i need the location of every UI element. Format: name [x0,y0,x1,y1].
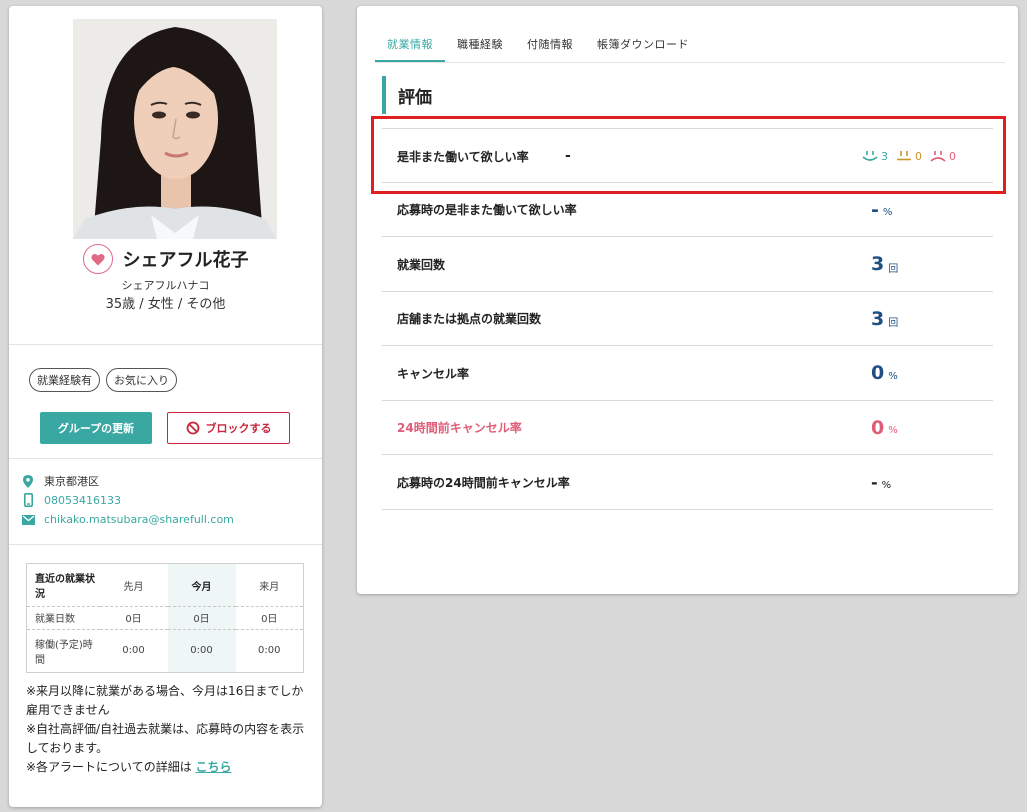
block-button-label: ブロックする [205,422,272,435]
tab-ledger-download[interactable]: 帳簿ダウンロード [585,24,701,62]
stat-unit: % [888,425,898,436]
table-row: 稼働(予定)時間 0:00 0:00 0:00 [27,629,304,673]
table-header-row: 直近の就業状況 先月 今月 来月 [26,563,304,608]
detail-card: 就業情報 職種経験 付随情報 帳簿ダウンロード 評価 是非また働いて欲しい率 -… [357,6,1018,594]
email-row: chikako.matsubara@sharefull.com [21,513,234,526]
note-line: ※自社高評価/自社過去就業は、応募時の内容を表示しております。 [26,722,305,755]
stat-value: 0% [871,346,898,400]
email-link[interactable]: chikako.matsubara@sharefull.com [44,513,234,526]
note-prefix: ※各アラートについての詳細は [26,760,192,774]
name-row: シェアフル花子 [9,242,322,276]
row-label: 就業日数 [26,606,100,630]
table-row: 就業日数 0日 0日 0日 [26,606,304,630]
tab-bar: 就業情報 職種経験 付随情報 帳簿ダウンロード [375,24,701,62]
row-label: 稼働(予定)時間 [35,639,93,666]
cell-value: 0日 [167,606,236,630]
stat-number: - [871,472,878,492]
stat-row-store-work-count: 店舗または拠点の就業回数 3回 [382,292,993,346]
divider [9,458,322,459]
stat-unit: 回 [888,318,899,329]
column-this-month: 今月 [167,563,236,608]
profile-name: シェアフル花子 [122,250,249,271]
note-line: ※各アラートについての詳細は こちら [26,758,311,777]
mail-icon [21,514,35,525]
profile-card: シェアフル花子 シェアフルハナコ 35歳 / 女性 / その他 就業経験有 お気… [9,6,322,807]
stat-value: 0% [871,401,898,455]
stat-unit: % [881,479,892,491]
address-text: 東京都港区 [44,475,99,488]
stat-unit: % [882,207,893,218]
column-next-month: 来月 [235,563,304,608]
table-header-label: 直近の就業状況 [26,563,100,608]
phone-icon [21,493,35,507]
phone-row: 08053416133 [21,493,121,507]
block-icon [186,421,199,435]
profile-photo [73,19,277,239]
tag-work-experience: 就業経験有 [29,368,100,392]
note-line: ※来月以降に就業がある場合、今月は16日までしか雇用できません [26,684,304,717]
stat-value: -% [871,455,891,509]
stat-unit: 回 [888,263,899,275]
profile-kana: シェアフルハナコ [121,279,210,292]
stat-label: 応募時の24時間前キャンセル率 [397,475,570,490]
profile-meta: 35歳 / 女性 / その他 [105,297,226,312]
stat-label: 24時間前キャンセル率 [397,421,522,435]
group-update-button[interactable]: グループの更新 [40,412,152,444]
tab-work-info[interactable]: 就業情報 [375,24,445,62]
cell-value: 0日 [235,606,304,630]
details-link[interactable]: こちら [196,760,232,774]
highlight-box [371,116,1006,194]
phone-link[interactable]: 08053416133 [44,494,121,507]
notes: ※来月以降に就業がある場合、今月は16日までしか雇用できません ※自社高評価/自… [26,682,311,777]
address-row: 東京都港区 [21,473,99,489]
work-status-table: 直近の就業状況 先月 今月 来月 就業日数 0日 0日 0日 稼働(予定)時間 … [26,563,304,673]
tab-additional-info[interactable]: 付随情報 [515,24,585,62]
cell-value: 0:00 [258,645,281,657]
stat-number: - [871,198,879,221]
tab-job-experience[interactable]: 職種経験 [445,24,515,62]
stat-value: 3回 [871,237,898,291]
stat-label: キャンセル率 [397,366,470,381]
tag-favorite: お気に入り [106,368,177,392]
stat-row-cancel-rate: キャンセル率 0% [382,346,993,401]
cell-value: 0日 [99,606,168,630]
stat-label: 店舗または拠点の就業回数 [397,312,542,326]
cell-value: 0:00 [122,645,145,657]
stat-label: 就業回数 [397,257,446,272]
divider [9,344,322,345]
stat-number: 0 [871,362,885,384]
stat-number: 3 [871,253,885,275]
section-title: 評価 [382,76,432,114]
stat-number: 0 [871,416,885,439]
divider [9,544,322,545]
tab-divider [375,62,1005,63]
heart-icon [90,253,105,265]
stat-number: 3 [871,307,885,330]
stat-row-work-count: 就業回数 3回 [382,237,993,292]
tag-list: 就業経験有 お気に入り [29,368,177,392]
stat-unit: % [888,370,898,382]
column-last-month: 先月 [99,563,168,608]
favorite-button[interactable] [82,244,113,274]
stat-row-24h-cancel-rate: 24時間前キャンセル率 0% [382,401,993,455]
block-button[interactable]: ブロックする [167,412,290,444]
cell-value: 0:00 [167,629,236,673]
location-pin-icon [21,474,35,488]
stat-value: 3回 [871,292,898,346]
stat-row-apply-24h-cancel-rate: 応募時の24時間前キャンセル率 -% [382,455,993,510]
